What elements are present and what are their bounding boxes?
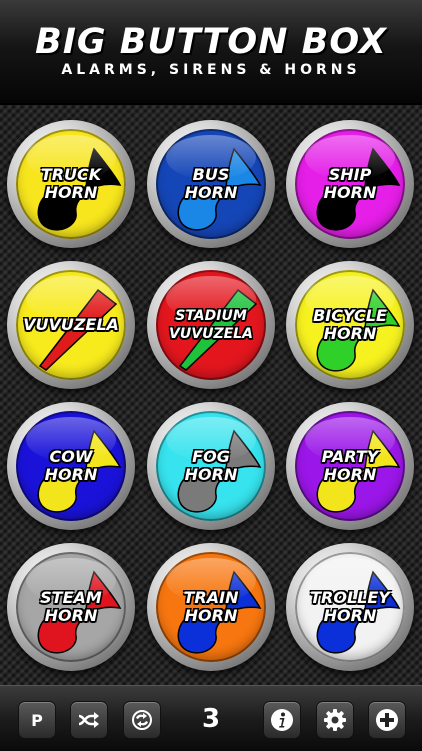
fog-horn-button[interactable]: FOG HORN	[147, 402, 275, 530]
button-face: SHIP HORN	[295, 129, 405, 239]
button-face: PARTY HORN	[295, 411, 405, 521]
truck-horn-button[interactable]: TRUCK HORN	[7, 120, 135, 248]
info-icon	[271, 709, 293, 731]
repeat-icon	[132, 710, 152, 730]
button-face: COW HORN	[16, 411, 126, 521]
button-face: TRUCK HORN	[16, 129, 126, 239]
train-horn-button[interactable]: TRAIN HORN	[147, 543, 275, 671]
bottom-toolbar: P 3	[0, 685, 422, 751]
button-label: COW HORN	[44, 447, 98, 484]
button-label: FOG HORN	[184, 447, 238, 484]
button-face: BUS HORN	[156, 129, 266, 239]
p-button-label: P	[31, 710, 43, 730]
play-count: 3	[201, 704, 221, 734]
button-face: FOG HORN	[156, 411, 266, 521]
header: BIG BUTTON BOX ALARMS, SIRENS & HORNS	[0, 0, 422, 105]
steam-horn-button[interactable]: STEAM HORN	[7, 543, 135, 671]
button-label: SHIP HORN	[323, 165, 377, 202]
bicycle-horn-button[interactable]: BICYCLE HORN	[286, 261, 414, 389]
vuvuzela-button[interactable]: VUVUZELA	[7, 261, 135, 389]
ship-horn-button[interactable]: SHIP HORN	[286, 120, 414, 248]
app-title: BIG BUTTON BOX	[35, 22, 387, 62]
button-label: BUS HORN	[184, 165, 238, 202]
gear-icon	[324, 709, 346, 731]
button-label: TROLLEY HORN	[310, 588, 390, 625]
shuffle-icon	[78, 712, 99, 728]
p-button[interactable]: P	[18, 701, 56, 739]
button-face: BICYCLE HORN	[295, 270, 405, 380]
button-face: VUVUZELA	[16, 270, 126, 380]
button-label: PARTY HORN	[321, 447, 379, 484]
plus-icon	[376, 709, 398, 731]
bus-horn-button[interactable]: BUS HORN	[147, 120, 275, 248]
stadium-vuvuzela-button[interactable]: STADIUM VUVUZELA	[147, 261, 275, 389]
trolley-horn-button[interactable]: TROLLEY HORN	[286, 543, 414, 671]
button-face: TRAIN HORN	[156, 552, 266, 662]
button-label: TRUCK HORN	[40, 165, 102, 202]
button-face: TROLLEY HORN	[295, 552, 405, 662]
add-button[interactable]	[368, 701, 406, 739]
button-label: STADIUM VUVUZELA	[169, 308, 253, 342]
button-label: BICYCLE HORN	[313, 306, 387, 343]
button-label: TRAIN HORN	[183, 588, 239, 625]
party-horn-button[interactable]: PARTY HORN	[286, 402, 414, 530]
shuffle-button[interactable]	[70, 701, 108, 739]
app-subtitle: ALARMS, SIRENS & HORNS	[61, 62, 361, 78]
info-button[interactable]	[263, 701, 301, 739]
repeat-button[interactable]	[123, 701, 161, 739]
button-label: STEAM HORN	[40, 588, 102, 625]
cow-horn-button[interactable]: COW HORN	[7, 402, 135, 530]
button-label: VUVUZELA	[23, 315, 119, 334]
button-face: STADIUM VUVUZELA	[156, 270, 266, 380]
settings-button[interactable]	[316, 701, 354, 739]
button-face: STEAM HORN	[16, 552, 126, 662]
button-grid: TRUCK HORN BUS HORN SHIP HORN VUVUZELA S…	[0, 105, 422, 685]
